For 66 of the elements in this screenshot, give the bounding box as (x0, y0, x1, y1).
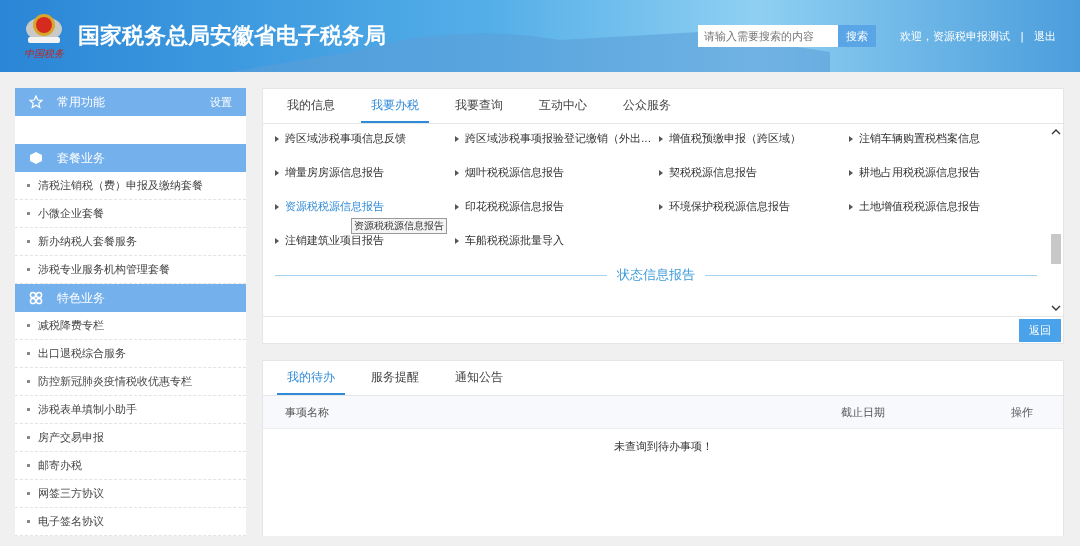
tab[interactable]: 我要查询 (445, 89, 513, 123)
triangle-icon (275, 238, 279, 244)
separator-text: | (1020, 29, 1024, 43)
welcome-text: 欢迎，资源税申报测试 (900, 28, 1011, 44)
scroll-down-icon[interactable] (1051, 304, 1061, 312)
site-title: 国家税务总局安徽省电子税务局 (78, 22, 386, 50)
triangle-icon (659, 204, 663, 210)
sidebar-item[interactable]: 减税降费专栏 (15, 312, 246, 340)
triangle-icon (455, 204, 459, 210)
service-link[interactable]: 车船税税源批量导入 (465, 234, 564, 248)
scroll-up-icon[interactable] (1051, 128, 1061, 136)
service-link[interactable]: 契税税源信息报告 (669, 166, 757, 180)
sidebar-item[interactable]: 网签三方协议 (15, 480, 246, 508)
sidebar-item[interactable]: 出口退税综合服务 (15, 340, 246, 368)
service-link[interactable]: 跨区域涉税事项信息反馈 (285, 132, 406, 146)
logo-caption: 中国税务 (24, 47, 64, 61)
search-field[interactable]: 请输入需要搜索的内容 (698, 25, 839, 47)
triangle-icon (849, 204, 853, 210)
tab[interactable]: 我要办税 (361, 89, 429, 123)
tab[interactable]: 我的信息 (277, 89, 345, 123)
sidebar-item[interactable]: 电子签名协议 (15, 508, 246, 536)
sidebar-item[interactable]: 新办纳税人套餐服务 (15, 228, 246, 256)
tab[interactable]: 服务提醒 (361, 361, 429, 395)
sidebar-item[interactable]: 清税注销税（费）申报及缴纳套餐 (15, 172, 246, 200)
clover-icon (29, 291, 43, 305)
triangle-icon (455, 238, 459, 244)
service-link[interactable]: 跨区域涉税事项报验登记缴销（外出... (465, 132, 651, 146)
service-link[interactable]: 增量房房源信息报告 (285, 166, 384, 180)
star-icon (29, 95, 43, 109)
sidebar-item[interactable]: 涉税表单填制小助手 (15, 396, 246, 424)
column-header: 事项名称 (285, 404, 330, 420)
triangle-icon (455, 136, 459, 142)
section-title: 套餐业务 (57, 149, 105, 167)
service-link[interactable]: 注销建筑业项目报告 (285, 234, 384, 248)
column-header: 操作 (1011, 404, 1034, 420)
tab[interactable]: 互动中心 (529, 89, 597, 123)
triangle-icon (275, 204, 279, 210)
service-link[interactable]: 注销车辆购置税档案信息 (859, 132, 980, 146)
service-link[interactable]: 烟叶税税源信息报告 (465, 166, 564, 180)
triangle-icon (659, 170, 663, 176)
empty-message: 未查询到待办事项！ (613, 440, 713, 453)
triangle-icon (849, 170, 853, 176)
column-header: 截止日期 (841, 404, 886, 420)
tooltip: 资源税税源信息报告 (351, 218, 447, 234)
triangle-icon (659, 136, 663, 142)
service-link[interactable]: 耕地占用税税源信息报告 (859, 166, 980, 180)
service-link[interactable]: 增值税预缴申报（跨区域） (669, 132, 801, 146)
service-link[interactable]: 资源税税源信息报告 (285, 200, 384, 214)
triangle-icon (455, 170, 459, 176)
sidebar-item[interactable]: 房产交易申报 (15, 424, 246, 452)
service-link[interactable]: 环境保护税税源信息报告 (669, 200, 790, 214)
sidebar-item[interactable]: 防控新冠肺炎疫情税收优惠专栏 (15, 368, 246, 396)
sidebar-item[interactable]: 小微企业套餐 (15, 200, 246, 228)
tab[interactable]: 通知公告 (445, 361, 513, 395)
scrollbar-thumb[interactable] (1051, 234, 1061, 264)
sidebar-item[interactable]: 邮寄办税 (15, 452, 246, 480)
section-heading: 状态信息报告 (617, 266, 695, 284)
section-title: 特色业务 (57, 289, 105, 307)
cube-icon (29, 151, 43, 165)
service-link[interactable]: 土地增值税税源信息报告 (859, 200, 980, 214)
triangle-icon (849, 136, 853, 142)
tab[interactable]: 公众服务 (613, 89, 681, 123)
triangle-icon (275, 170, 279, 176)
service-link[interactable]: 印花税税源信息报告 (465, 200, 564, 214)
section-title: 常用功能 (57, 93, 105, 111)
triangle-icon (275, 136, 279, 142)
